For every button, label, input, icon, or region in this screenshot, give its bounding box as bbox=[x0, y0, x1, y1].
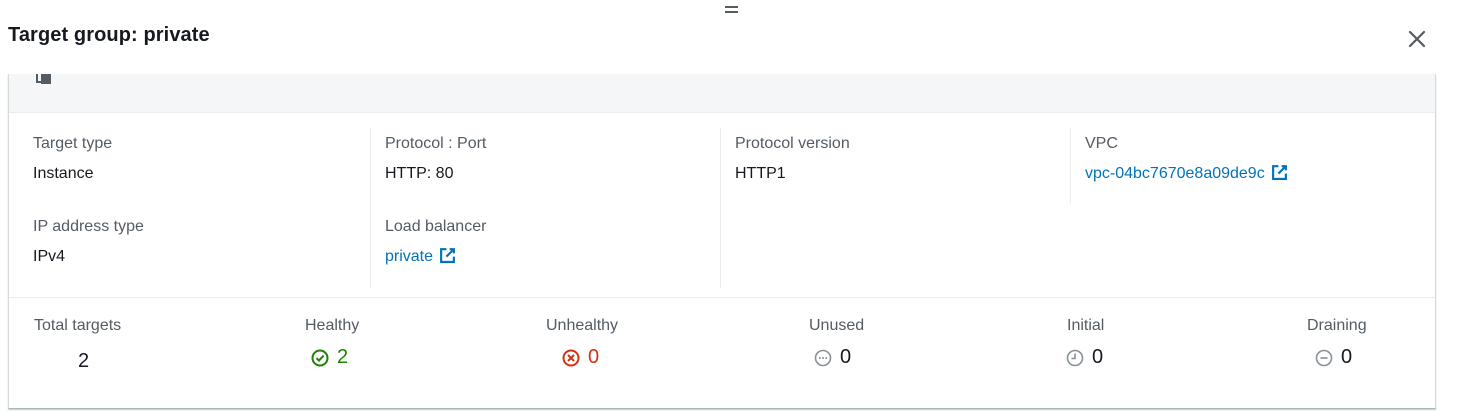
details-section: Target type Instance IP address type IPv… bbox=[9, 112, 1435, 297]
details-column-3: Protocol version HTTP1 bbox=[720, 128, 1071, 288]
external-link-icon[interactable] bbox=[1271, 164, 1288, 181]
total-targets-stat: Total targets 2 bbox=[34, 316, 122, 372]
targets-summary: Total targets 2 Healthy 2 Unhealthy 0 Un… bbox=[9, 298, 1435, 408]
load-balancer-label: Load balancer bbox=[385, 218, 487, 235]
initial-label: Initial bbox=[1067, 317, 1105, 334]
healthy-stat: Healthy 2 bbox=[305, 316, 360, 368]
check-circle-icon bbox=[311, 349, 329, 366]
ip-address-type-label: IP address type bbox=[33, 218, 144, 235]
draining-label: Draining bbox=[1307, 317, 1367, 334]
protocol-version-field: Protocol version HTTP1 bbox=[735, 134, 850, 183]
protocol-port-field: Protocol : Port HTTP: 80 bbox=[385, 134, 486, 183]
resize-handle-line bbox=[725, 11, 738, 13]
protocol-version-label: Protocol version bbox=[735, 135, 850, 152]
copy-icon[interactable] bbox=[35, 74, 53, 86]
panel-title: Target group: private bbox=[8, 24, 210, 46]
vpc-link[interactable]: vpc-04bc7670e8a09de9c bbox=[1085, 165, 1265, 182]
vpc-field: VPC vpc-04bc7670e8a09de9c bbox=[1085, 134, 1288, 183]
target-type-field: Target type Instance bbox=[33, 134, 112, 183]
ip-address-type-field: IP address type IPv4 bbox=[33, 217, 144, 266]
details-column-4: VPC vpc-04bc7670e8a09de9c bbox=[1070, 128, 1435, 204]
details-column-1: Target type Instance IP address type IPv… bbox=[9, 128, 370, 288]
healthy-value: 2 bbox=[337, 346, 349, 368]
details-column-2: Protocol : Port HTTP: 80 Load balancer p… bbox=[370, 128, 721, 288]
unused-label: Unused bbox=[809, 317, 865, 334]
unused-stat: Unused 0 bbox=[809, 316, 865, 368]
initial-stat: Initial 0 bbox=[1066, 316, 1105, 368]
panel-resize-handle[interactable] bbox=[722, 0, 742, 16]
clock-circle-icon bbox=[1066, 349, 1084, 366]
target-type-value: Instance bbox=[33, 165, 94, 182]
load-balancer-link[interactable]: private bbox=[385, 248, 433, 265]
initial-value: 0 bbox=[1092, 346, 1104, 368]
unhealthy-value: 0 bbox=[588, 346, 600, 368]
x-circle-icon bbox=[562, 349, 580, 366]
close-button[interactable] bbox=[1404, 26, 1430, 52]
card-header-strip bbox=[9, 74, 1435, 113]
ellipsis-circle-icon bbox=[814, 349, 832, 366]
draining-stat: Draining 0 bbox=[1307, 316, 1367, 368]
total-targets-label: Total targets bbox=[34, 317, 122, 334]
vpc-label: VPC bbox=[1085, 135, 1118, 152]
protocol-port-value: HTTP: 80 bbox=[385, 165, 454, 182]
target-group-details-card: Target type Instance IP address type IPv… bbox=[8, 74, 1436, 409]
unhealthy-label: Unhealthy bbox=[546, 317, 619, 334]
minus-circle-icon bbox=[1315, 349, 1333, 366]
external-link-icon[interactable] bbox=[439, 247, 456, 264]
healthy-label: Healthy bbox=[305, 317, 360, 334]
total-targets-value: 2 bbox=[78, 350, 90, 372]
protocol-port-label: Protocol : Port bbox=[385, 135, 487, 152]
protocol-version-value: HTTP1 bbox=[735, 165, 786, 182]
unused-value: 0 bbox=[840, 346, 852, 368]
ip-address-type-value: IPv4 bbox=[33, 248, 66, 265]
unhealthy-stat: Unhealthy 0 bbox=[546, 316, 619, 368]
draining-value: 0 bbox=[1341, 346, 1353, 368]
resize-handle-line bbox=[725, 6, 738, 8]
target-type-label: Target type bbox=[33, 135, 113, 152]
load-balancer-field: Load balancer private bbox=[385, 217, 486, 266]
close-icon bbox=[1408, 30, 1426, 48]
